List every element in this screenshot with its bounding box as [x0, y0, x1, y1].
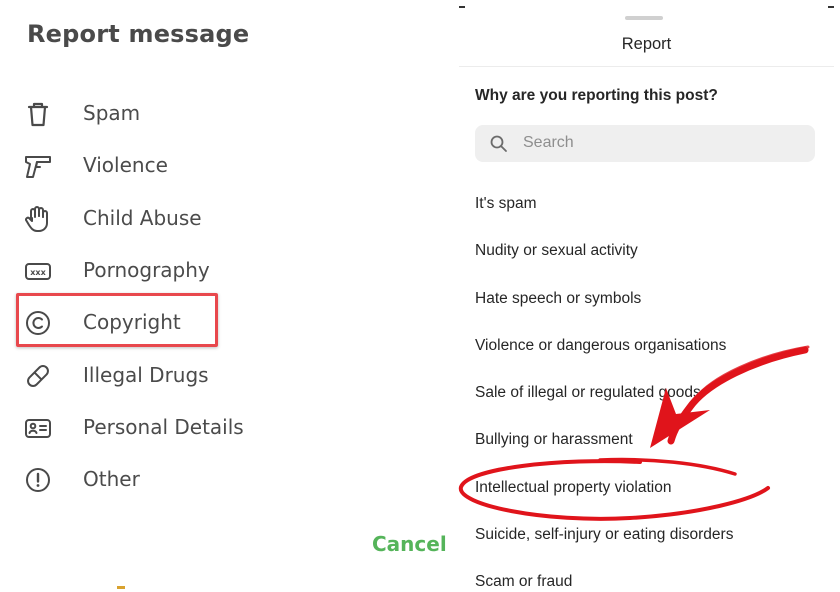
- option-spam[interactable]: Spam: [0, 92, 440, 132]
- svg-text:xxx: xxx: [30, 268, 46, 277]
- report-sheet: Report Why are you reporting this post? …: [459, 6, 834, 592]
- option-illegal-drugs[interactable]: Illegal Drugs: [0, 354, 440, 394]
- xxx-icon: xxx: [25, 263, 51, 280]
- exclamation-circle-icon: [26, 468, 50, 492]
- copyright-highlight-box: [16, 293, 218, 347]
- option-pornography[interactable]: xxx Pornography: [0, 249, 440, 289]
- drag-handle[interactable]: [625, 16, 663, 20]
- reason-item[interactable]: Scam or fraud: [475, 573, 805, 591]
- decorative-mark: [117, 586, 125, 589]
- report-question: Why are you reporting this post?: [475, 87, 718, 104]
- option-other[interactable]: Other: [0, 458, 440, 498]
- reason-item[interactable]: It's spam: [475, 195, 805, 213]
- reason-item-intellectual-property[interactable]: Intellectual property violation: [475, 479, 805, 497]
- search-input[interactable]: Search: [475, 125, 815, 162]
- option-child-abuse[interactable]: Child Abuse: [0, 197, 440, 237]
- sheet-corner: [459, 6, 465, 14]
- search-icon: [490, 135, 507, 152]
- option-label: Child Abuse: [83, 206, 202, 230]
- pill-icon: [27, 365, 49, 387]
- report-message-dialog: Report message Spam Violence Child Abuse: [0, 0, 455, 592]
- hand-icon: [25, 206, 48, 232]
- reason-item[interactable]: Bullying or harassment: [475, 431, 805, 449]
- reason-item[interactable]: Violence or dangerous organisations: [475, 337, 805, 355]
- trash-icon: [27, 102, 49, 127]
- sheet-title: Report: [621, 35, 672, 53]
- reason-item[interactable]: Suicide, self-injury or eating disorders: [475, 526, 805, 544]
- option-label: Spam: [83, 101, 141, 125]
- option-label: Personal Details: [83, 415, 244, 439]
- sheet-corner: [828, 6, 834, 14]
- cancel-button[interactable]: Cancel: [372, 532, 447, 556]
- option-label: Violence: [83, 153, 168, 177]
- reason-item[interactable]: Hate speech or symbols: [475, 290, 805, 308]
- dialog-title: Report message: [27, 20, 250, 48]
- option-violence[interactable]: Violence: [0, 144, 440, 184]
- gun-icon: [25, 156, 51, 178]
- search-placeholder: Search: [523, 134, 574, 151]
- option-label: Pornography: [83, 258, 210, 282]
- option-label: Illegal Drugs: [83, 363, 209, 387]
- reason-item[interactable]: Nudity or sexual activity: [475, 242, 805, 260]
- option-label: Other: [83, 467, 140, 491]
- divider: [459, 66, 834, 67]
- option-personal-details[interactable]: Personal Details: [0, 406, 440, 446]
- id-card-icon: [25, 419, 51, 438]
- reason-item[interactable]: Sale of illegal or regulated goods: [475, 384, 805, 402]
